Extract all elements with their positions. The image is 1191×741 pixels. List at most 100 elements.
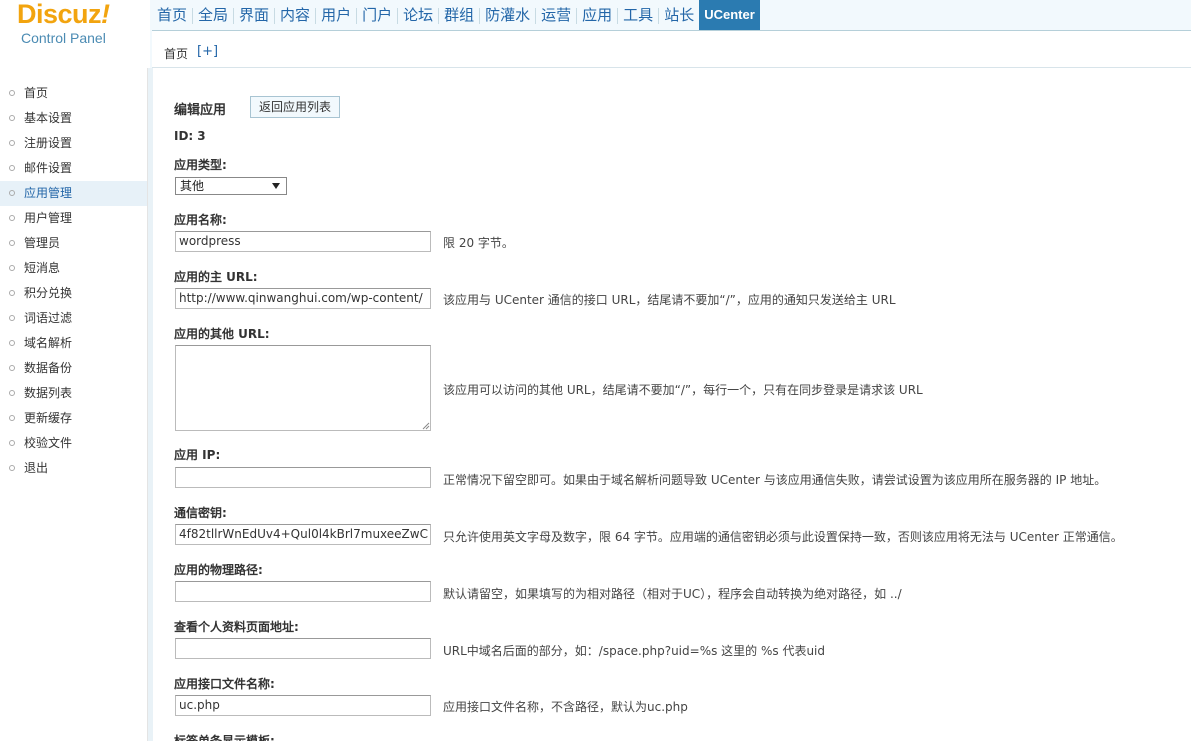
nav-separator (356, 8, 358, 24)
logo-brand: Discuz! (17, 0, 110, 29)
nav-item[interactable]: 应用 (579, 0, 615, 30)
bullet-icon (9, 90, 15, 96)
app-path-input[interactable] (175, 581, 431, 602)
bullet-icon (9, 140, 15, 146)
nav-separator (479, 8, 481, 24)
nav-item[interactable]: 站长 (661, 0, 697, 30)
app-path-help: 默认请留空，如果填写的为相对路径（相对于UC），程序会自动转换为绝对路径，如 .… (443, 587, 902, 601)
bullet-icon (9, 265, 15, 271)
sidebar-item-label: 词语过滤 (24, 311, 73, 325)
app-path-label: 应用的物理路径: (174, 563, 263, 577)
app-other-url-textarea[interactable] (175, 345, 431, 431)
sidebar: 首页 基本设置注册设置邮件设置应用管理用户管理管理员短消息 积分兑换词语过滤域名解析… (0, 68, 148, 741)
nav-item[interactable]: 全局 (195, 0, 231, 30)
nav-item[interactable]: 首页 (152, 0, 190, 30)
bullet-icon (9, 415, 15, 421)
back-to-app-list-button[interactable]: 返回应用列表 (250, 96, 341, 118)
bullet-icon (9, 340, 15, 346)
sidebar-item[interactable]: 退出 (0, 456, 147, 481)
sidebar-item-label: 域名解析 (24, 336, 73, 350)
sidebar-item-label: 应用管理 (24, 186, 73, 200)
app-key-help: 只允许使用英文字母及数字，限 64 字节。应用端的通信密钥必须与此设置保持一致，… (443, 530, 1123, 544)
sidebar-item[interactable]: 邮件设置 (0, 156, 147, 181)
logo[interactable]: Discuz! Control Panel (0, 0, 150, 68)
sidebar-item[interactable]: 积分兑换 (0, 281, 147, 306)
nav-item[interactable]: 运营 (538, 0, 574, 30)
sidebar-item[interactable]: 数据列表 (0, 381, 147, 406)
app-url-input[interactable]: http://www.qinwanghui.com/wp-content/ (175, 288, 431, 309)
profile-url-help: URL中域名后面的部分，如：/space.php?uid=%s 这里的 %s 代… (443, 644, 825, 658)
app-key-input[interactable]: 4f82tllrWnEdUv4+Qul0l4kBrl7muxeeZwC (175, 524, 431, 545)
logo-subtitle: Control Panel (21, 30, 106, 46)
bullet-icon (9, 290, 15, 296)
breadcrumb-add-button[interactable]: [+] (197, 44, 218, 59)
nav-item[interactable]: 界面 (236, 0, 272, 30)
api-file-help: 应用接口文件名称，不含路径，默认为uc.php (443, 700, 688, 714)
app-url-help: 该应用与 UCenter 通信的接口 URL，结尾请不要加“/”，应用的通知只发… (443, 293, 896, 307)
bullet-icon (9, 115, 15, 121)
nav-item[interactable]: 论坛 (400, 0, 436, 30)
sidebar-item[interactable]: 管理员 (0, 231, 147, 256)
sidebar-item[interactable]: 域名解析 (0, 331, 147, 356)
bullet-icon (9, 315, 15, 321)
sidebar-item[interactable]: 更新缓存 (0, 406, 147, 431)
app-type-select[interactable]: 其他 (175, 177, 287, 195)
api-file-label: 应用接口文件名称: (174, 677, 275, 691)
nav-separator (438, 8, 440, 24)
sidebar-item[interactable]: 注册设置 (0, 131, 147, 156)
nav-item[interactable]: 防灌水 (482, 0, 533, 30)
app-ip-input[interactable] (175, 467, 431, 488)
nav-separator (617, 8, 619, 24)
app-name-input[interactable]: wordpress (175, 231, 431, 252)
bullet-icon (9, 240, 15, 246)
sidebar-item-label: 更新缓存 (24, 411, 73, 425)
bullet-icon (9, 440, 15, 446)
nav-item[interactable]: UCenter (699, 0, 760, 30)
sidebar-item[interactable]: 短消息 (0, 256, 147, 281)
tag-template-label: 标签单条显示模板: (174, 734, 275, 741)
profile-url-input[interactable] (175, 638, 431, 659)
sidebar-item-label: 注册设置 (24, 136, 73, 150)
nav-separator (192, 8, 194, 24)
sidebar-item[interactable]: 基本设置 (0, 106, 147, 131)
nav-separator (315, 8, 317, 24)
bullet-icon (9, 190, 15, 196)
main-content: 编辑应用 返回应用列表 ID: 3 应用类型: 其他 应用名称: wordpres… (174, 68, 1184, 741)
sidebar-divider (148, 68, 153, 741)
sidebar-item[interactable]: 数据备份 (0, 356, 147, 381)
bullet-icon (9, 390, 15, 396)
sidebar-item[interactable]: 词语过滤 (0, 306, 147, 331)
sidebar-item[interactable]: 校验文件 (0, 431, 147, 456)
resize-handle-icon[interactable] (422, 422, 430, 430)
app-id: ID: 3 (174, 129, 206, 143)
api-file-input[interactable]: uc.php (175, 695, 431, 716)
nav-item[interactable]: 门户 (359, 0, 395, 30)
header: Discuz! Control Panel 首页 全局 界面 内容 用户 门户 论坛 群组 防灌… (0, 0, 1191, 68)
nav-item[interactable]: 群组 (441, 0, 477, 30)
sub-navigation: 首页 [+] (152, 31, 1191, 68)
nav-separator (535, 8, 537, 24)
bullet-icon (9, 365, 15, 371)
sidebar-item[interactable]: 用户管理 (0, 206, 147, 231)
nav-item[interactable]: 用户 (318, 0, 354, 30)
app-type-value: 其他 (180, 179, 205, 193)
sidebar-item[interactable]: 应用管理 (0, 181, 147, 206)
sidebar-item-label: 管理员 (24, 236, 61, 250)
app-type-label: 应用类型: (174, 158, 227, 172)
app-ip-help: 正常情况下留空即可。如果由于域名解析问题导致 UCenter 与该应用通信失败，… (443, 473, 1107, 487)
app-ip-label: 应用 IP: (174, 448, 221, 462)
sidebar-item[interactable]: 首页 (0, 81, 147, 106)
app-other-url-help: 该应用可以访问的其他 URL，结尾请不要加“/”，每行一个，只有在同步登录是请求… (443, 383, 923, 397)
nav-separator (233, 8, 235, 24)
sidebar-item-label: 校验文件 (24, 436, 73, 450)
nav-separator (397, 8, 399, 24)
app-url-label: 应用的主 URL: (174, 270, 258, 284)
app-id-label: ID: (174, 129, 194, 143)
page-title: 编辑应用 (174, 103, 227, 118)
app-id-value: 3 (197, 129, 206, 143)
nav-item[interactable]: 内容 (277, 0, 313, 30)
app-other-url-label: 应用的其他 URL: (174, 327, 270, 341)
bullet-icon (9, 165, 15, 171)
breadcrumb-home[interactable]: 首页 (164, 45, 188, 62)
nav-item[interactable]: 工具 (620, 0, 656, 30)
